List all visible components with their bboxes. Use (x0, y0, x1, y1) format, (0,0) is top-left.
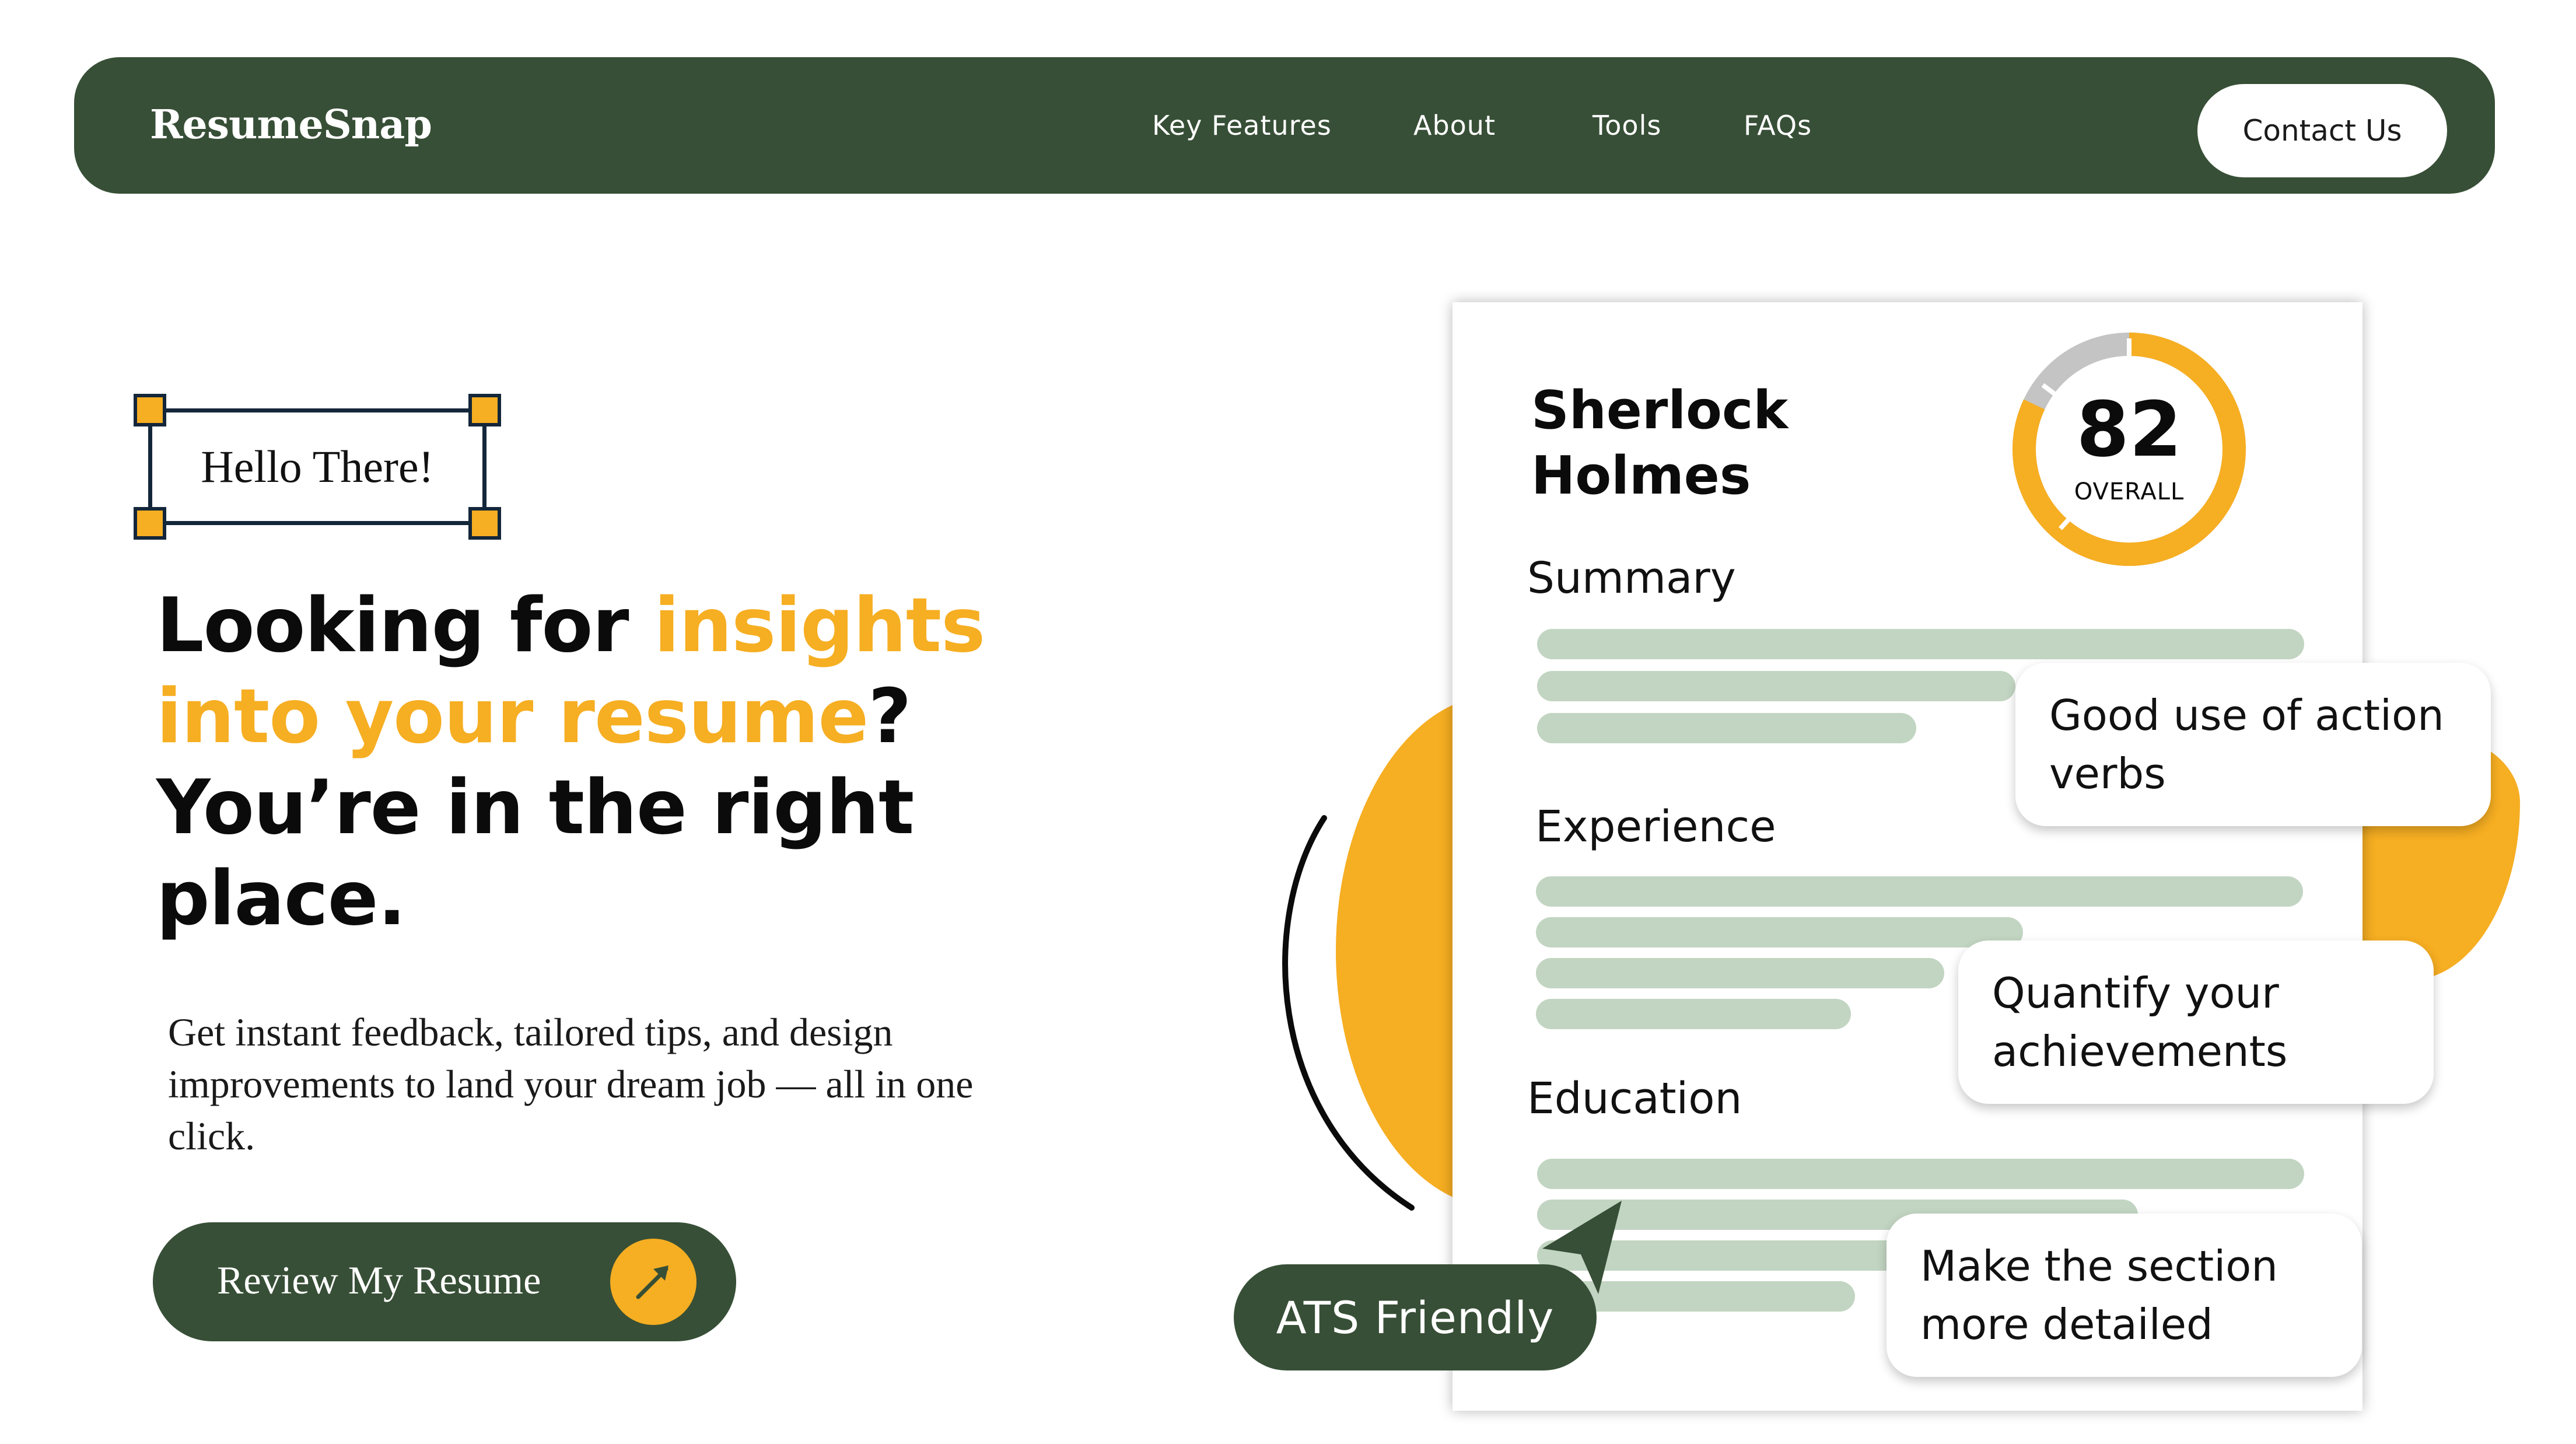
review-resume-label: Review My Resume (217, 1258, 541, 1302)
section-title-summary: Summary (1527, 553, 1736, 603)
review-resume-button[interactable]: Review My Resume (153, 1222, 736, 1341)
text-placeholder-line (1537, 671, 2015, 701)
score-label: OVERALL (2074, 478, 2185, 505)
nav-link-faqs[interactable]: FAQs (1744, 110, 1812, 141)
hero-headline: Looking for insights into your resume? Y… (156, 581, 1060, 945)
nav-link-key-features[interactable]: Key Features (1152, 110, 1332, 141)
cursor-icon (1542, 1201, 1622, 1294)
text-placeholder-line (1537, 629, 2304, 659)
text-placeholder-line (1536, 958, 1944, 988)
text-placeholder-line (1536, 999, 1851, 1029)
feedback-bubble: Quantify your achievements (1958, 940, 2434, 1104)
navbar: ResumeSnap Key Features About Tools FAQs… (74, 57, 2495, 194)
nav-link-tools[interactable]: Tools (1592, 110, 1661, 141)
score-gauge: 82 OVERALL (2007, 327, 2252, 572)
hello-tag-text: Hello There! (201, 441, 434, 492)
decor-arc (1282, 815, 1415, 1211)
hero-subtext: Get instant feedback, tailored tips, and… (168, 1010, 974, 1158)
resume-name: Sherlock Holmes (1531, 380, 1788, 506)
text-placeholder-line (1537, 1159, 2304, 1189)
score-value: 82 (2076, 385, 2182, 474)
section-title-experience: Experience (1535, 802, 1776, 852)
nav-link-about[interactable]: About (1413, 110, 1496, 141)
frame-handle-icon (134, 394, 166, 426)
frame-handle-icon (134, 507, 166, 540)
feedback-bubble: Make the section more detailed (1887, 1214, 2362, 1377)
section-title-education: Education (1527, 1074, 1742, 1124)
text-placeholder-line (1536, 876, 2303, 907)
arrow-up-right-icon (610, 1239, 696, 1325)
hello-tag: Hello There! (134, 394, 501, 540)
text-placeholder-line (1536, 917, 2023, 947)
logo[interactable]: ResumeSnap (150, 102, 432, 148)
headline-text: Looking for (156, 582, 654, 669)
contact-us-button[interactable]: Contact Us (2197, 84, 2447, 177)
frame-handle-icon (468, 507, 501, 540)
text-placeholder-line (1537, 713, 1916, 743)
feedback-bubble: Good use of action verbs (2015, 663, 2491, 826)
frame-handle-icon (468, 394, 501, 426)
